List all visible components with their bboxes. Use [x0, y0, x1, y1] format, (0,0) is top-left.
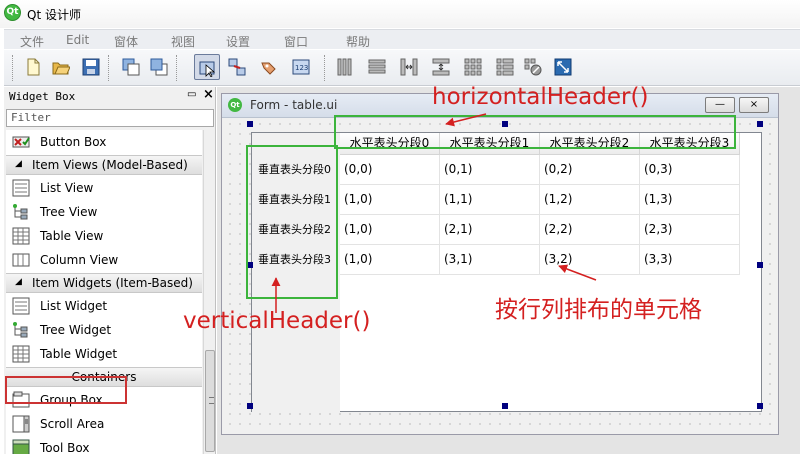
arrow-to-horizontal-header — [445, 113, 487, 127]
arrow-to-cells — [558, 264, 597, 281]
annotation-arrows — [271, 113, 597, 313]
